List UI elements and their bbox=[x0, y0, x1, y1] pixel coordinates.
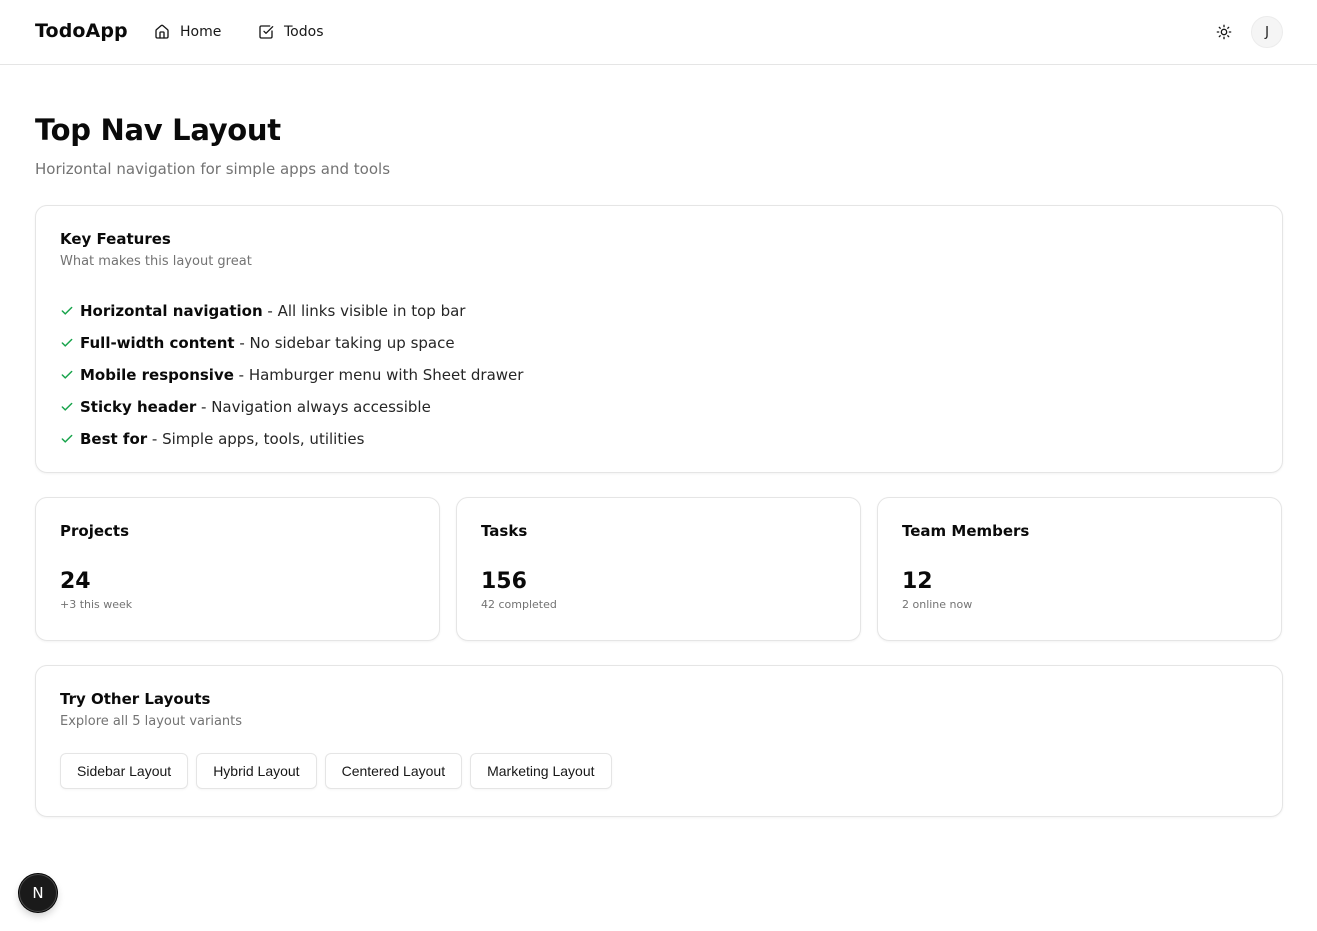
feature-item: Full-width content - No sidebar taking u… bbox=[60, 327, 1258, 359]
centered-layout-button[interactable]: Centered Layout bbox=[324, 753, 463, 789]
top-navigation-bar: TodoApp Home Todos J bbox=[0, 0, 1317, 65]
feature-item: Sticky header - Navigation always access… bbox=[60, 391, 1258, 423]
stat-card-projects: Projects 24 +3 this week bbox=[35, 497, 440, 641]
feature-item-text: - Simple apps, tools, utilities bbox=[147, 430, 365, 448]
stat-value: 24 bbox=[60, 569, 91, 594]
other-layouts-card: Try Other Layouts Explore all 5 layout v… bbox=[35, 665, 1283, 817]
feature-item: Horizontal navigation - All links visibl… bbox=[60, 295, 1258, 327]
stat-card-team-members: Team Members 12 2 online now bbox=[877, 497, 1282, 641]
key-features-description: What makes this layout great bbox=[60, 254, 252, 269]
feature-item-text: - All links visible in top bar bbox=[262, 302, 466, 320]
layout-buttons-row: Sidebar Layout Hybrid Layout Centered La… bbox=[60, 753, 1258, 789]
brand-logo[interactable]: TodoApp bbox=[35, 20, 128, 42]
stat-note: 2 online now bbox=[902, 598, 973, 611]
check-icon bbox=[61, 306, 73, 315]
home-icon bbox=[155, 24, 169, 39]
key-features-card: Key Features What makes this layout grea… bbox=[35, 205, 1283, 473]
checkbox-icon bbox=[259, 25, 274, 39]
nav-link-home-label: Home bbox=[180, 24, 222, 40]
stat-title: Projects bbox=[60, 522, 130, 540]
nextjs-logo-icon: N bbox=[32, 884, 44, 902]
stat-title: Team Members bbox=[902, 522, 1030, 540]
other-layouts-title: Try Other Layouts bbox=[60, 690, 211, 708]
sidebar-layout-button[interactable]: Sidebar Layout bbox=[60, 753, 189, 789]
stat-value: 12 bbox=[902, 569, 933, 594]
other-layouts-description: Explore all 5 layout variants bbox=[60, 714, 243, 729]
features-list: Horizontal navigation - All links visibl… bbox=[60, 295, 1258, 455]
user-avatar[interactable]: J bbox=[1251, 16, 1283, 48]
nav-link-todos-label: Todos bbox=[284, 24, 324, 40]
feature-item-text: - No sidebar taking up space bbox=[234, 334, 455, 352]
stat-title: Tasks bbox=[481, 522, 528, 540]
feature-item-bold: Best for bbox=[80, 430, 148, 448]
feature-item-bold: Full-width content bbox=[80, 334, 235, 352]
stat-card-tasks: Tasks 156 42 completed bbox=[456, 497, 861, 641]
stat-note: 42 completed bbox=[481, 598, 557, 611]
check-icon bbox=[61, 402, 73, 411]
page-subtitle: Horizontal navigation for simple apps an… bbox=[35, 160, 391, 178]
check-icon bbox=[61, 434, 73, 443]
nav-link-todos[interactable]: Todos bbox=[258, 21, 323, 43]
marketing-layout-button[interactable]: Marketing Layout bbox=[470, 753, 612, 789]
nav-link-home[interactable]: Home bbox=[154, 21, 221, 43]
stat-note: +3 this week bbox=[60, 598, 133, 611]
feature-item-text: - Navigation always accessible bbox=[196, 398, 431, 416]
feature-item-bold: Horizontal navigation bbox=[80, 302, 263, 320]
hybrid-layout-button[interactable]: Hybrid Layout bbox=[196, 753, 317, 789]
check-icon bbox=[61, 338, 73, 347]
stat-value: 156 bbox=[481, 569, 527, 594]
nextjs-dev-tools-button[interactable]: N bbox=[19, 874, 57, 912]
feature-item-bold: Mobile responsive bbox=[80, 366, 234, 384]
feature-item: Best for - Simple apps, tools, utilities bbox=[60, 423, 1258, 455]
check-icon bbox=[61, 370, 73, 379]
theme-toggle-button[interactable] bbox=[1208, 16, 1240, 48]
page-title: Top Nav Layout bbox=[35, 113, 281, 147]
key-features-title: Key Features bbox=[60, 230, 171, 248]
feature-item-text: - Hamburger menu with Sheet drawer bbox=[233, 366, 524, 384]
feature-item-bold: Sticky header bbox=[80, 398, 197, 416]
feature-item: Mobile responsive - Hamburger menu with … bbox=[60, 359, 1258, 391]
sun-icon bbox=[1216, 24, 1232, 40]
